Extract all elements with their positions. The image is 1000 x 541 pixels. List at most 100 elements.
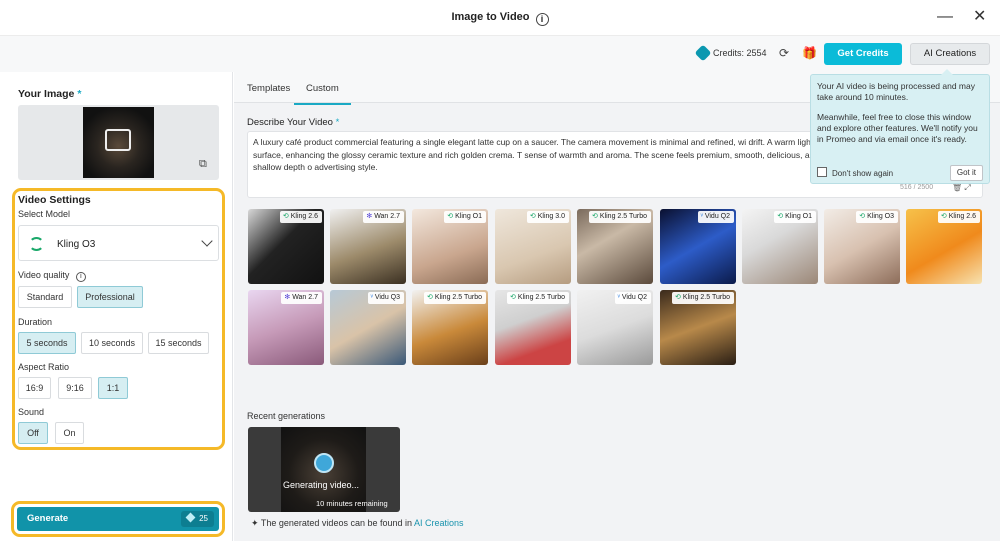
- template-card[interactable]: ᵛ Vidu Q2: [660, 209, 736, 284]
- template-card[interactable]: ⟲ Kling 2.5 Turbo: [412, 290, 488, 365]
- dont-show-checkbox[interactable]: [817, 167, 827, 177]
- model-badge-label: Kling O1: [785, 213, 812, 220]
- model-badge: ⟲ Kling 3.0: [526, 211, 569, 223]
- aspect-9-16-option[interactable]: 9:16: [58, 377, 92, 399]
- tab-templates[interactable]: Templates: [247, 83, 290, 94]
- model-badge-label: Kling 2.6: [290, 213, 318, 220]
- video-quality-label: Video quality i: [18, 270, 86, 282]
- template-card[interactable]: ⟲ Kling O1: [742, 209, 818, 284]
- template-card[interactable]: ⟲ Kling 2.6: [906, 209, 982, 284]
- select-model-label: Select Model: [18, 209, 71, 219]
- kling-icon: ⟲: [777, 213, 784, 220]
- info-icon[interactable]: i: [75, 272, 86, 282]
- loading-spinner-icon: [314, 453, 334, 473]
- template-card[interactable]: ✻ Wan 2.7: [248, 290, 324, 365]
- crop-icon[interactable]: ⧉: [199, 158, 207, 171]
- model-badge: ✻ Wan 2.7: [363, 211, 404, 223]
- kling-icon: ⟲: [592, 213, 598, 220]
- sound-on-option[interactable]: On: [55, 422, 84, 444]
- model-badge-label: Wan 2.7: [374, 213, 400, 220]
- model-badge-label: Kling 2.5 Turbo: [682, 294, 730, 301]
- delete-icon[interactable]: 🗑: [952, 183, 962, 192]
- top-toolbar: Credits: 2554 ⟳ 🎁 Get Credits AI Creatio…: [0, 36, 1000, 72]
- template-card[interactable]: ᵛ Vidu Q3: [330, 290, 406, 365]
- expand-icon[interactable]: ⤢: [964, 183, 970, 192]
- template-card[interactable]: ᵛ Vidu Q2: [577, 290, 653, 365]
- sparkle-icon: ✦: [251, 518, 259, 528]
- ai-creations-button[interactable]: AI Creations: [910, 43, 990, 65]
- aspect-1-1-option[interactable]: 1:1: [98, 377, 128, 399]
- generate-cost-badge: 25: [181, 511, 214, 527]
- model-badge: ᵛ Vidu Q2: [614, 292, 651, 304]
- video-settings-title: Video Settings: [18, 194, 91, 206]
- kling-icon: ⟲: [859, 213, 866, 220]
- model-badge: ⟲ Kling O1: [444, 211, 486, 223]
- ai-creations-link[interactable]: AI Creations: [414, 518, 464, 528]
- aspect-ratio-label: Aspect Ratio: [18, 362, 70, 372]
- template-card[interactable]: ⟲ Kling O1: [412, 209, 488, 284]
- model-value: Kling O3: [57, 239, 96, 250]
- gift-icon[interactable]: 🎁: [802, 46, 817, 60]
- minimize-button[interactable]: —: [937, 9, 953, 25]
- model-badge: ✻ Wan 2.7: [281, 292, 322, 304]
- template-card[interactable]: ⟲ Kling 2.5 Turbo: [577, 209, 653, 284]
- model-badge: ⟲ Kling 2.5 Turbo: [672, 292, 734, 304]
- kling-icon: ⟲: [447, 213, 454, 220]
- your-image-label: Your Image *: [18, 88, 82, 100]
- char-counter: 516 / 2500: [900, 184, 934, 191]
- vidu-icon: ᵛ: [617, 294, 620, 301]
- duration-15s-option[interactable]: 15 seconds: [148, 332, 209, 354]
- kling-icon: ⟲: [940, 213, 947, 220]
- kling-icon: ⟲: [529, 213, 536, 220]
- sound-label: Sound: [18, 407, 45, 417]
- template-card[interactable]: ⟲ Kling 2.5 Turbo: [495, 290, 571, 365]
- refresh-icon[interactable]: ⟳: [779, 46, 789, 60]
- wan-icon: ✻: [366, 213, 373, 220]
- app-window: Image to Video i — ✕ Credits: 2554 ⟳ 🎁 Ge…: [0, 0, 1000, 541]
- window-title: Image to Video i: [0, 11, 1000, 26]
- template-card[interactable]: ⟲ Kling 2.5 Turbo: [660, 290, 736, 365]
- wan-icon: ✻: [284, 294, 291, 301]
- get-credits-button[interactable]: Get Credits: [824, 43, 902, 65]
- recent-generations-label: Recent generations: [247, 411, 326, 421]
- aspect-16-9-option[interactable]: 16:9: [18, 377, 51, 399]
- model-badge-label: Vidu Q3: [374, 294, 400, 301]
- got-it-button[interactable]: Got it: [949, 165, 983, 181]
- model-badge: ᵛ Vidu Q2: [697, 211, 734, 223]
- tab-custom[interactable]: Custom: [294, 83, 351, 105]
- template-card[interactable]: ⟲ Kling 3.0: [495, 209, 571, 284]
- describe-label: Describe Your Video *: [247, 117, 340, 128]
- model-badge-label: Vidu Q2: [704, 213, 730, 220]
- kling-logo-icon: [29, 237, 44, 251]
- tooltip-arrow: [941, 69, 953, 75]
- image-upload-area[interactable]: ⧉: [18, 105, 219, 180]
- credits-label: Credits: 2554: [713, 48, 767, 58]
- quality-standard-option[interactable]: Standard: [18, 286, 72, 308]
- textarea-tools: 🗑 ⤢: [952, 183, 971, 193]
- image-icon: [105, 129, 131, 151]
- model-badge-label: Kling 2.5 Turbo: [517, 294, 565, 301]
- model-badge: ⟲ Kling O3: [856, 211, 898, 223]
- template-card[interactable]: ⟲ Kling O3: [824, 209, 900, 284]
- footer-note: ✦ The generated videos can be found in A…: [251, 518, 464, 528]
- time-remaining: 10 minutes remaining: [316, 499, 388, 508]
- duration-10s-option[interactable]: 10 seconds: [81, 332, 143, 354]
- model-badge: ⟲ Kling 2.5 Turbo: [507, 292, 569, 304]
- model-badge: ⟲ Kling 2.6: [279, 211, 322, 223]
- tooltip-line-2: Meanwhile, feel free to close this windo…: [817, 112, 978, 144]
- template-card[interactable]: ⟲ Kling 2.6: [248, 209, 324, 284]
- model-badge-label: Kling 2.5 Turbo: [434, 294, 482, 301]
- generating-status: Generating video...: [283, 480, 360, 490]
- close-button[interactable]: ✕: [973, 9, 986, 25]
- generate-button[interactable]: Generate 25: [17, 507, 219, 531]
- kling-icon: ⟲: [282, 213, 289, 220]
- model-badge-label: Kling 2.5 Turbo: [599, 213, 647, 220]
- info-icon[interactable]: i: [535, 13, 549, 26]
- model-select[interactable]: Kling O3: [18, 225, 219, 261]
- recent-generation-card[interactable]: Generating video... 10 minutes remaining: [248, 427, 400, 512]
- template-card[interactable]: ✻ Wan 2.7: [330, 209, 406, 284]
- duration-5s-option[interactable]: 5 seconds: [18, 332, 76, 354]
- sound-off-option[interactable]: Off: [18, 422, 48, 444]
- kling-icon: ⟲: [510, 294, 516, 301]
- quality-professional-option[interactable]: Professional: [77, 286, 143, 308]
